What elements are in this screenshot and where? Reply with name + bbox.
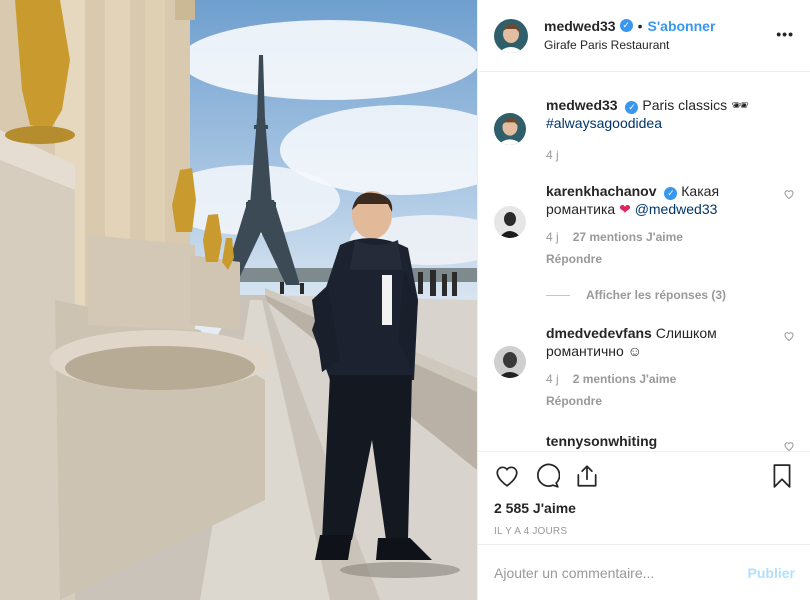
like-comment-heart-icon[interactable] [783, 330, 795, 342]
commenter-avatar[interactable] [494, 346, 526, 378]
comment-mention[interactable]: @medwed33 [635, 201, 718, 217]
comment-time[interactable]: 4 j [546, 228, 559, 246]
view-replies-button[interactable]: Afficher les réponses (3) [546, 288, 795, 302]
like-comment-heart-icon[interactable] [783, 188, 795, 200]
comment-likes[interactable]: 27 mentions J'aime [573, 228, 683, 246]
caption-avatar[interactable] [494, 113, 526, 145]
add-comment-bar: Publier [478, 544, 810, 600]
comments-list[interactable]: medwed33 ✓ Paris classics 🕶 #alwaysagood… [478, 73, 810, 451]
like-heart-icon[interactable] [494, 463, 520, 489]
reply-button[interactable]: Répondre [546, 250, 771, 268]
comment-item: dmedvedevfans Слишком романтично ☺ 4 j 2… [494, 324, 795, 410]
header-username[interactable]: medwed33 [544, 18, 616, 34]
commenter-avatar[interactable] [494, 432, 526, 450]
publish-button[interactable]: Publier [748, 565, 795, 581]
share-icon[interactable] [574, 463, 600, 489]
verified-badge-icon: ✓ [619, 19, 633, 32]
caption-text: Paris classics [642, 97, 728, 113]
comment-item: karenkhachanov ✓ Какая романтика ❤ @medw… [494, 182, 795, 268]
caption-username[interactable]: medwed33 [546, 97, 618, 113]
commenter-avatar[interactable] [494, 206, 526, 238]
comment-username[interactable]: karenkhachanov [546, 183, 657, 199]
caption: medwed33 ✓ Paris classics 🕶 #alwaysagood… [494, 96, 795, 164]
posted-time[interactable]: IL Y A 4 JOURS [494, 526, 795, 537]
comment-input[interactable] [494, 564, 748, 581]
post-side-panel: medwed33 ✓ • S'abonner Girafe Paris Rest… [477, 0, 810, 600]
verified-badge-icon: ✓ [625, 101, 639, 114]
comment-username[interactable]: dmedvedevfans [546, 325, 652, 341]
view-replies-label: Afficher les réponses (3) [586, 288, 727, 302]
likes-count[interactable]: 2 585 J'aime [494, 500, 795, 516]
red-heart-emoji-icon: ❤ [619, 201, 631, 217]
separator-dot: • [637, 17, 643, 34]
avatar[interactable] [494, 18, 528, 53]
post-photo[interactable] [0, 0, 477, 600]
comment-time[interactable]: 4 j [546, 370, 559, 388]
instagram-post-modal: medwed33 ✓ • S'abonner Girafe Paris Rest… [0, 0, 810, 600]
verified-badge-icon: ✓ [664, 187, 678, 200]
header-text: medwed33 ✓ • S'abonner Girafe Paris Rest… [544, 18, 715, 52]
follow-button[interactable]: S'abonner [648, 18, 716, 34]
location-link[interactable]: Girafe Paris Restaurant [544, 38, 715, 52]
post-header: medwed33 ✓ • S'abonner Girafe Paris Rest… [478, 0, 810, 72]
save-bookmark-icon[interactable] [769, 463, 795, 489]
like-comment-heart-icon[interactable] [783, 440, 795, 451]
comment-likes[interactable]: 2 mentions J'aime [573, 370, 677, 388]
post-actions: 2 585 J'aime IL Y A 4 JOURS [478, 451, 810, 537]
comment-username[interactable]: tennysonwhiting [546, 433, 657, 449]
more-options-icon[interactable]: ••• [776, 26, 794, 42]
comment-bubble-icon[interactable] [534, 463, 560, 489]
sunglasses-emoji-icon: 🕶 [731, 97, 749, 113]
caption-time[interactable]: 4 j [546, 146, 559, 164]
view-replies-line [546, 294, 570, 296]
comment-item: tennysonwhiting [494, 432, 795, 451]
reply-button[interactable]: Répondre [546, 392, 771, 410]
caption-hashtag[interactable]: #alwaysagoodidea [546, 114, 771, 132]
photo-illustration [0, 0, 477, 600]
